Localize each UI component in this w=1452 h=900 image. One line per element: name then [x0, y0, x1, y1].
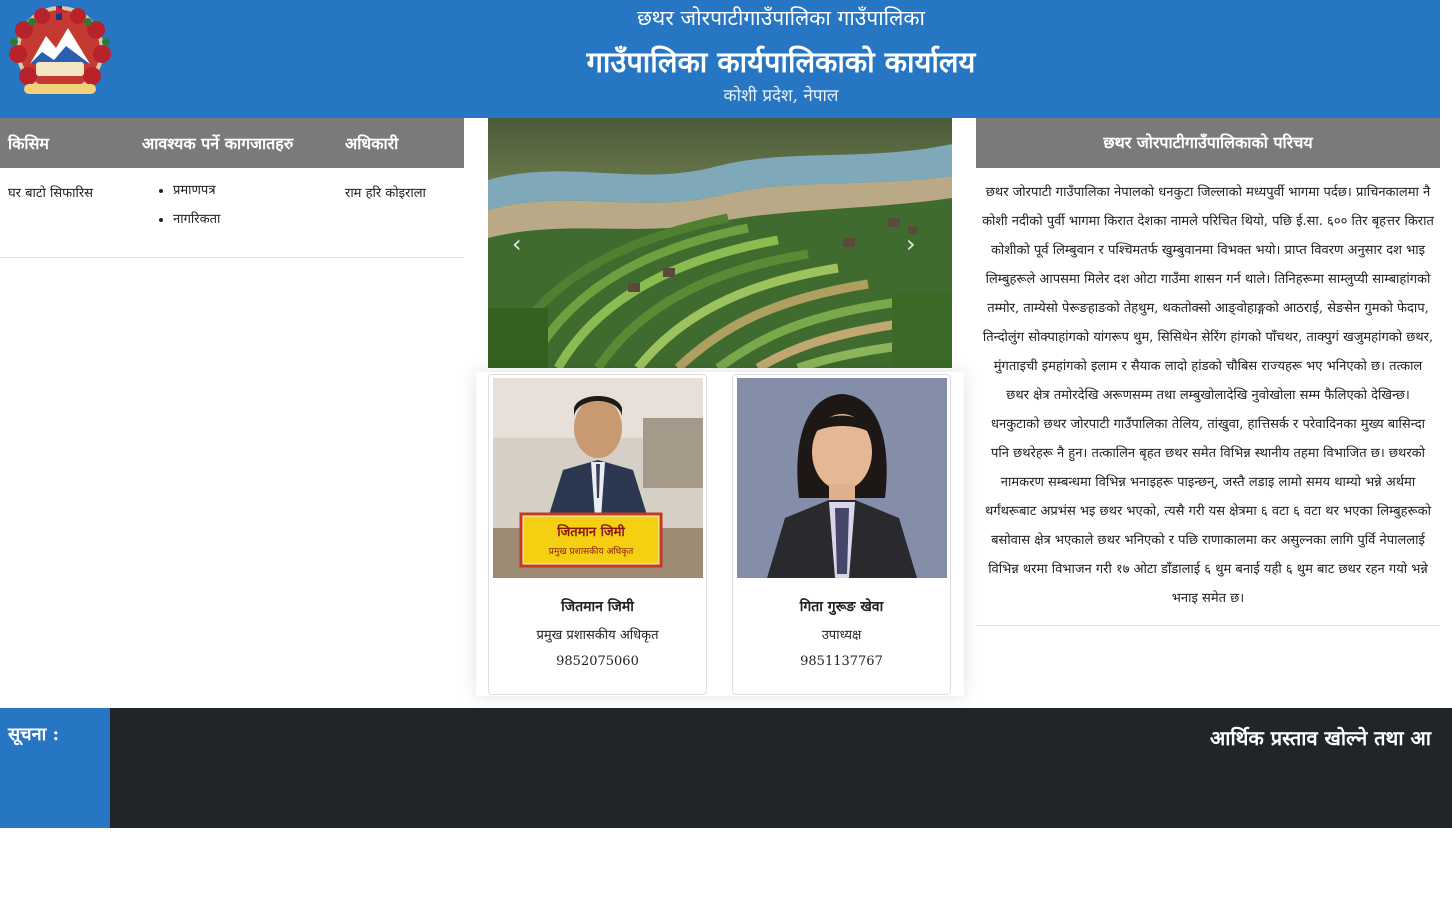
list-item: नागरिकता: [173, 211, 220, 229]
official-photo: [737, 378, 947, 578]
officer-cell: राम हरि कोइराला: [345, 186, 426, 201]
introduction-section: छथर जोरपाटीगाउँपालिकाको परिचय छथर जोरपाट…: [976, 118, 1440, 626]
official-name: जितमान जिमी: [561, 599, 634, 615]
column-header-type: किसिम: [8, 134, 49, 153]
column-header-officer: अधिकारी: [345, 134, 399, 153]
chevron-left-icon[interactable]: ‹: [512, 230, 522, 258]
svg-text:प्रमुख प्रशासकीय अधिकृत: प्रमुख प्रशासकीय अधिकृत: [549, 545, 634, 557]
services-table-header: किसिम आवश्यक पर्ने कागजातहरु अधिकारी: [0, 118, 464, 168]
service-type-cell: घर बाटो सिफारिस: [8, 186, 93, 201]
official-phone[interactable]: 9851137767: [733, 654, 950, 669]
header-location: कोशी प्रदेश, नेपाल: [723, 86, 839, 106]
header-subtitle: छथर जोरपाटीगाउँपालिका गाउँपालिका: [637, 6, 925, 30]
list-item: प्रमाणपत्र: [173, 182, 220, 200]
site-header: छथर जोरपाटीगाउँपालिका गाउँपालिका गाउँपाल…: [0, 0, 1440, 118]
carousel-image-terraced-fields: [488, 118, 952, 368]
introduction-text: छथर जोरपाटी गाउँपालिका नेपालको धनकुटा जि…: [976, 168, 1440, 626]
official-card: गिता गुरूङ खेवा उपाध्यक्ष 9851137767: [732, 374, 951, 695]
official-name: गिता गुरूङ खेवा: [799, 599, 884, 615]
introduction-title: छथर जोरपाटीगाउँपालिकाको परिचय: [976, 118, 1440, 168]
table-row: घर बाटो सिफारिस प्रमाणपत्र नागरिकता राम …: [0, 168, 464, 258]
documents-list: प्रमाणपत्र नागरिकता: [173, 182, 220, 240]
official-designation: प्रमुख प्रशासकीय अधिकृत: [536, 628, 659, 643]
official-designation: उपाध्यक्ष: [821, 628, 862, 643]
page-title: गाउँपालिका कार्यपालिकाको कार्यालय: [586, 45, 976, 79]
official-phone[interactable]: 9852075060: [489, 654, 706, 669]
official-card: जितमान जिमी प्रमुख प्रशासकीय अधिकृत जितम…: [488, 374, 707, 695]
services-table: किसिम आवश्यक पर्ने कागजातहरु अधिकारी घर …: [0, 118, 464, 258]
chevron-right-icon[interactable]: ›: [906, 230, 916, 258]
notice-label: सूचना :: [0, 708, 110, 828]
notice-link[interactable]: आर्थिक प्रस्ताव खोल्ने तथा आ: [1210, 724, 1431, 751]
svg-text:जितमान जिमी: जितमान जिमी: [556, 524, 625, 540]
notice-ticker: सूचना : आर्थिक प्रस्ताव खोल्ने तथा आ: [0, 708, 1452, 828]
official-photo: जितमान जिमी प्रमुख प्रशासकीय अधिकृत: [493, 378, 703, 578]
image-carousel[interactable]: ‹ ›: [488, 118, 952, 368]
officials-panel: जितमान जिमी प्रमुख प्रशासकीय अधिकृत जितम…: [476, 372, 964, 696]
column-header-documents: आवश्यक पर्ने कागजातहरु: [142, 134, 294, 153]
